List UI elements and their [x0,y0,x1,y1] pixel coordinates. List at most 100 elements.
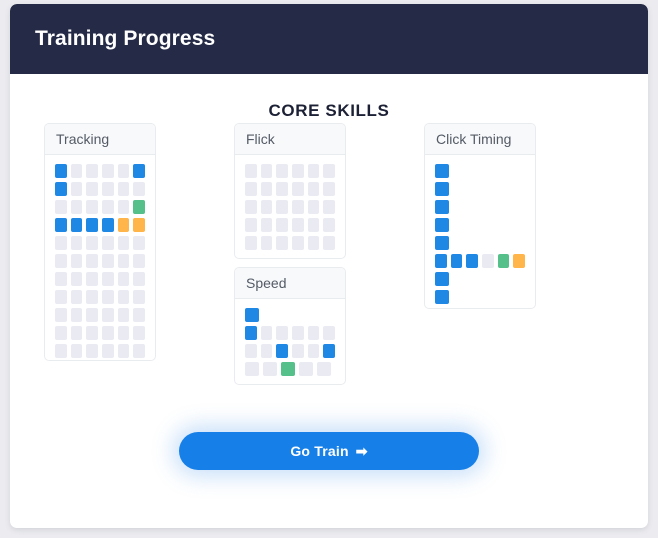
grid-cell-empty[interactable] [323,182,336,196]
grid-cell-empty[interactable] [55,308,67,322]
grid-cell-empty[interactable] [70,326,83,340]
grid-cell-empty[interactable] [133,254,146,268]
grid-cell-empty[interactable] [117,182,130,196]
grid-cell-empty[interactable] [292,218,304,232]
grid-cell-empty[interactable] [55,254,67,268]
grid-cell-empty[interactable] [276,326,289,340]
grid-cell-empty[interactable] [55,272,67,286]
grid-cell-empty[interactable] [102,290,114,304]
grid-cell-empty[interactable] [245,218,257,232]
grid-cell-empty[interactable] [260,164,273,178]
grid-cell-blue[interactable] [323,344,336,358]
grid-cell-empty[interactable] [70,344,83,358]
grid-cell-empty[interactable] [102,164,114,178]
grid-cell-empty[interactable] [292,182,304,196]
grid-cell-empty[interactable] [70,164,83,178]
grid-cell-empty[interactable] [260,218,273,232]
grid-cell-empty[interactable] [70,182,83,196]
grid-cell-empty[interactable] [245,200,257,214]
grid-cell-empty[interactable] [263,362,277,376]
grid-cell-empty[interactable] [102,326,114,340]
grid-cell-empty[interactable] [245,164,257,178]
grid-cell-empty[interactable] [117,236,130,250]
grid-cell-empty[interactable] [102,308,114,322]
grid-cell-empty[interactable] [70,290,83,304]
grid-cell-blue[interactable] [435,218,449,232]
grid-cell-empty[interactable] [323,164,336,178]
grid-cell-empty[interactable] [133,326,146,340]
grid-cell-empty[interactable] [260,236,273,250]
grid-cell-empty[interactable] [70,272,83,286]
go-train-button[interactable]: Go Train ➡ [179,432,479,470]
grid-cell-blue[interactable] [276,344,289,358]
grid-cell-empty[interactable] [86,326,99,340]
grid-cell-empty[interactable] [133,344,146,358]
grid-cell-empty[interactable] [307,182,320,196]
grid-cell-blue[interactable] [435,236,449,250]
grid-cell-empty[interactable] [299,362,313,376]
grid-cell-empty[interactable] [86,254,99,268]
grid-cell-empty[interactable] [307,344,320,358]
grid-cell-empty[interactable] [133,272,146,286]
grid-cell-empty[interactable] [133,290,146,304]
grid-cell-empty[interactable] [102,182,114,196]
grid-cell-empty[interactable] [276,182,289,196]
grid-cell-empty[interactable] [102,200,114,214]
grid-cell-empty[interactable] [86,164,99,178]
grid-cell-empty[interactable] [133,182,146,196]
grid-cell-empty[interactable] [70,308,83,322]
grid-cell-empty[interactable] [55,326,67,340]
grid-cell-blue[interactable] [450,254,463,268]
grid-cell-empty[interactable] [260,200,273,214]
grid-cell-blue[interactable] [435,200,449,214]
grid-cell-empty[interactable] [307,200,320,214]
grid-cell-blue[interactable] [435,290,449,304]
grid-cell-orange[interactable] [133,218,146,232]
grid-cell-green[interactable] [133,200,146,214]
grid-cell-blue[interactable] [466,254,479,268]
grid-cell-empty[interactable] [323,326,336,340]
grid-cell-empty[interactable] [276,236,289,250]
grid-cell-empty[interactable] [133,308,146,322]
grid-cell-empty[interactable] [276,200,289,214]
grid-cell-empty[interactable] [307,236,320,250]
grid-cell-empty[interactable] [117,344,130,358]
grid-cell-empty[interactable] [86,200,99,214]
grid-cell-empty[interactable] [70,236,83,250]
grid-cell-empty[interactable] [292,236,304,250]
grid-cell-empty[interactable] [117,326,130,340]
grid-cell-blue[interactable] [133,164,146,178]
panel-click-timing-grid[interactable] [425,155,535,314]
grid-cell-empty[interactable] [307,164,320,178]
grid-cell-empty[interactable] [117,290,130,304]
grid-cell-empty[interactable] [307,326,320,340]
grid-cell-empty[interactable] [86,272,99,286]
grid-cell-empty[interactable] [86,290,99,304]
grid-cell-empty[interactable] [245,344,257,358]
grid-cell-empty[interactable] [55,344,67,358]
grid-cell-blue[interactable] [55,218,67,232]
grid-cell-blue[interactable] [245,326,257,340]
grid-cell-blue[interactable] [86,218,99,232]
grid-cell-empty[interactable] [317,362,331,376]
grid-cell-empty[interactable] [276,218,289,232]
grid-cell-empty[interactable] [55,290,67,304]
grid-cell-empty[interactable] [102,254,114,268]
grid-cell-empty[interactable] [323,218,336,232]
grid-cell-empty[interactable] [102,272,114,286]
grid-cell-empty[interactable] [260,344,273,358]
grid-cell-blue[interactable] [245,308,259,322]
grid-cell-empty[interactable] [55,200,67,214]
grid-cell-empty[interactable] [323,236,336,250]
grid-cell-empty[interactable] [133,236,146,250]
grid-cell-orange[interactable] [117,218,130,232]
grid-cell-blue[interactable] [435,272,449,286]
grid-cell-empty[interactable] [323,200,336,214]
grid-cell-green[interactable] [497,254,510,268]
grid-cell-empty[interactable] [117,254,130,268]
grid-cell-blue[interactable] [102,218,114,232]
grid-cell-empty[interactable] [292,164,304,178]
grid-cell-empty[interactable] [292,326,304,340]
grid-cell-empty[interactable] [55,236,67,250]
grid-cell-blue[interactable] [55,182,67,196]
